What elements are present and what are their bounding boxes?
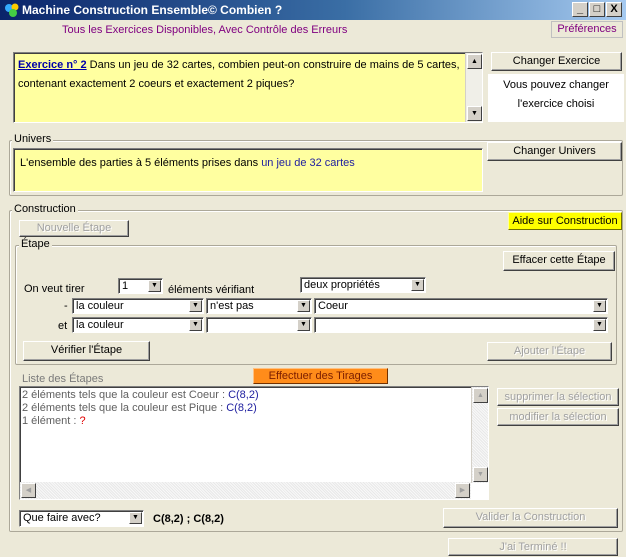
step-formula: C(8,2) [226, 402, 257, 414]
steps-list[interactable]: 2 éléments tels que la couleur est Coeur… [19, 386, 489, 500]
row1-operator-value: n'est pas [210, 300, 254, 312]
exercise-number: Exercice n° 2 [18, 59, 87, 71]
properties-value: deux propriétés [304, 279, 380, 291]
row2-attribute-select[interactable]: la couleur ▼ [72, 317, 204, 333]
new-step-button[interactable]: Nouvelle Étape [19, 220, 129, 237]
window-title: Machine Construction Ensemble [22, 3, 209, 17]
row2-operator-select[interactable]: ▼ [206, 317, 312, 333]
chevron-down-icon[interactable]: ▼ [189, 300, 202, 312]
step-formula: C(8,2) [228, 389, 259, 401]
step-text: 2 éléments tels que la couleur est Coeur… [22, 389, 229, 401]
scroll-left-arrow-icon[interactable]: ◀ [21, 483, 36, 498]
scroll-right-arrow-icon[interactable]: ▶ [455, 483, 470, 498]
what-to-do-select[interactable]: Que faire avec? ▼ [19, 510, 144, 527]
what-to-do-value: Que faire avec? [23, 512, 101, 524]
want-draw-label: On veut tirer [24, 283, 85, 295]
change-univers-button[interactable]: Changer Univers [487, 142, 622, 161]
row1-prefix: - [64, 300, 68, 312]
exercises-link[interactable]: Tous les Exercices Disponibles, Avec Con… [62, 24, 347, 36]
validate-construction-button[interactable]: Valider la Construction [443, 508, 618, 528]
step-text: 2 éléments tels que la couleur est Pique… [22, 402, 227, 414]
steps-vertical-scrollbar[interactable]: ▲ ▼ [471, 387, 488, 483]
list-item[interactable]: 2 éléments tels que la couleur est Pique… [22, 402, 259, 415]
preferences-button[interactable]: Préférences [551, 21, 623, 38]
result-formula: C(8,2) ; C(8,2) [153, 513, 224, 525]
row2-value-select[interactable]: ▼ [314, 317, 608, 333]
steps-list-legend: Liste des Étapes [22, 373, 104, 385]
row2-prefix: et [58, 320, 68, 332]
chevron-down-icon[interactable]: ▼ [297, 300, 310, 312]
steps-list-items: 2 éléments tels que la couleur est Coeur… [22, 389, 259, 428]
delete-selection-button[interactable]: supprimer la sélection [497, 388, 619, 406]
verify-step-button[interactable]: Vérifier l'Étape [23, 341, 150, 361]
help-construction-button[interactable]: Aide sur Construction [508, 212, 622, 230]
steps-horizontal-scrollbar[interactable]: ◀ ▶ [20, 482, 471, 499]
elements-verifying-label: éléments vérifiant [168, 284, 255, 296]
close-button[interactable]: X [606, 2, 622, 17]
scroll-down-arrow-icon[interactable]: ▼ [467, 106, 482, 121]
minimize-button[interactable]: _ [572, 2, 588, 17]
perform-draws-button[interactable]: Effectuer des Tirages [253, 368, 388, 384]
change-exercise-hint: Vous pouvez changer l'exercice choisi [488, 74, 624, 122]
scroll-down-arrow-icon[interactable]: ▼ [473, 467, 488, 482]
chevron-down-icon[interactable]: ▼ [129, 512, 142, 524]
chevron-down-icon[interactable]: ▼ [189, 319, 202, 331]
change-exercise-button[interactable]: Changer Exercice [491, 52, 622, 71]
list-item[interactable]: 1 élément : ? [22, 415, 259, 428]
etape-legend: Étape [19, 238, 52, 250]
univers-text-box: L'ensemble des parties à 5 éléments pris… [13, 148, 483, 192]
chevron-down-icon[interactable]: ▼ [411, 279, 424, 291]
list-item[interactable]: 2 éléments tels que la couleur est Coeur… [22, 389, 259, 402]
scroll-up-arrow-icon[interactable]: ▲ [467, 54, 482, 69]
count-value: 1 [122, 280, 129, 292]
exercise-text-box: Exercice n° 2 Dans un jeu de 32 cartes, … [13, 52, 483, 123]
step-text: 1 élément : [22, 415, 80, 427]
row1-attribute-value: la couleur [76, 300, 124, 312]
step-formula: ? [79, 415, 86, 427]
add-step-button[interactable]: Ajouter l'Étape [487, 342, 612, 361]
chevron-down-icon[interactable]: ▼ [297, 319, 310, 331]
finished-button[interactable]: J'ai Terminé !! [448, 538, 618, 556]
scroll-up-arrow-icon[interactable]: ▲ [473, 388, 488, 403]
row2-attribute-value: la couleur [76, 319, 124, 331]
chevron-down-icon[interactable]: ▼ [148, 280, 161, 292]
univers-text: L'ensemble des parties à 5 éléments pris… [20, 157, 262, 169]
hint-line-1: Vous pouvez changer [503, 79, 609, 91]
maximize-button[interactable]: □ [589, 2, 605, 17]
chevron-down-icon[interactable]: ▼ [593, 300, 606, 312]
construction-legend: Construction [12, 203, 78, 215]
properties-select[interactable]: deux propriétés ▼ [300, 277, 426, 293]
univers-legend: Univers [12, 133, 54, 145]
row1-value-select[interactable]: Coeur ▼ [314, 298, 608, 314]
exercise-scrollbar[interactable]: ▲ ▼ [465, 53, 482, 122]
univers-link[interactable]: un jeu de 32 cartes [261, 157, 355, 169]
row1-operator-select[interactable]: n'est pas ▼ [206, 298, 312, 314]
hint-line-2: l'exercice choisi [517, 98, 595, 110]
count-select[interactable]: 1 ▼ [118, 278, 163, 294]
row1-attribute-select[interactable]: la couleur ▼ [72, 298, 204, 314]
modify-selection-button[interactable]: modifier la sélection [497, 408, 619, 426]
title-bar[interactable]: Machine Construction Ensemble © Combien … [0, 0, 626, 20]
chevron-down-icon[interactable]: ▼ [593, 319, 606, 331]
window-copyright: © Combien ? [208, 3, 283, 17]
clear-step-button[interactable]: Effacer cette Étape [503, 251, 615, 271]
app-icon [5, 3, 19, 17]
row1-value-value: Coeur [318, 300, 348, 312]
